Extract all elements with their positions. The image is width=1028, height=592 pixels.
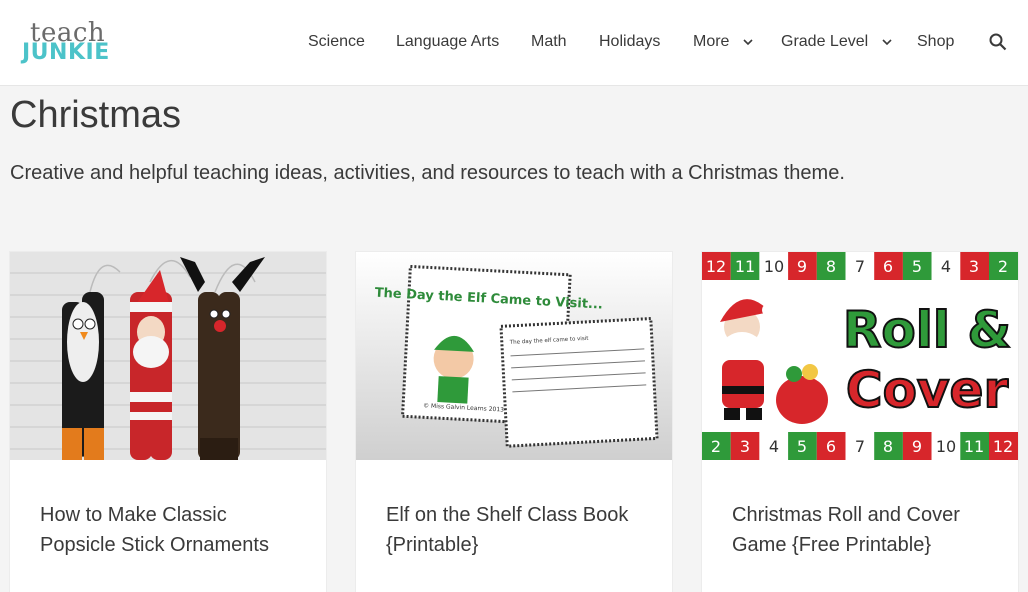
nav-holidays[interactable]: Holidays bbox=[599, 33, 660, 51]
nav-more-label: More bbox=[693, 33, 730, 50]
nav-grade-level-label: Grade Level bbox=[781, 33, 869, 50]
roll-top-number: 11 bbox=[735, 257, 755, 276]
nav-more[interactable]: More bbox=[693, 33, 754, 51]
search-icon[interactable] bbox=[988, 32, 1008, 52]
roll-bottom-number: 2 bbox=[711, 437, 721, 456]
roll-top-number: 9 bbox=[797, 257, 807, 276]
roll-top-number: 12 bbox=[706, 257, 726, 276]
site-logo[interactable]: teach JUNKIE bbox=[22, 18, 122, 68]
page-description: Creative and helpful teaching ideas, act… bbox=[10, 162, 845, 184]
roll-top-number: 4 bbox=[941, 257, 951, 276]
roll-top-number: 6 bbox=[883, 257, 893, 276]
roll-bottom-number: 11 bbox=[964, 437, 984, 456]
post-title[interactable]: How to Make Classic Popsicle Stick Ornam… bbox=[40, 500, 300, 560]
roll-top-number: 2 bbox=[998, 257, 1008, 276]
roll-bottom-number: 5 bbox=[797, 437, 807, 456]
site-header: teach JUNKIE Science Language Arts Math … bbox=[0, 0, 1028, 86]
roll-top-number: 8 bbox=[826, 257, 836, 276]
roll-bottom-number: 10 bbox=[936, 437, 956, 456]
nav-math[interactable]: Math bbox=[531, 33, 567, 51]
logo-junkie-text: JUNKIE bbox=[22, 40, 110, 65]
post-thumbnail-elf-on-shelf[interactable]: The Day the Elf Came to Visit... © Miss … bbox=[356, 252, 672, 460]
page-title: Christmas bbox=[10, 94, 182, 136]
roll-and-cover-image: 12 11 10 9 8 7 6 5 4 3 2 Roll & Cover 2 … bbox=[702, 252, 1018, 460]
roll-top-number: 5 bbox=[912, 257, 922, 276]
post-title[interactable]: Elf on the Shelf Class Book {Printable} bbox=[386, 500, 646, 560]
roll-bottom-number: 6 bbox=[826, 437, 836, 456]
roll-top-number: 3 bbox=[969, 257, 979, 276]
roll-heading-2: Cover bbox=[846, 361, 1009, 419]
post-card-popsicle-ornaments[interactable]: How to Make Classic Popsicle Stick Ornam… bbox=[10, 252, 326, 592]
nav-language-arts[interactable]: Language Arts bbox=[396, 33, 499, 51]
roll-bottom-number: 12 bbox=[993, 437, 1013, 456]
nav-science[interactable]: Science bbox=[308, 33, 365, 51]
post-card-elf-on-shelf[interactable]: The Day the Elf Came to Visit... © Miss … bbox=[356, 252, 672, 592]
roll-heading-1: Roll & bbox=[843, 301, 1011, 359]
chevron-down-icon bbox=[743, 39, 753, 45]
roll-bottom-number: 9 bbox=[912, 437, 922, 456]
roll-bottom-number: 7 bbox=[855, 437, 865, 456]
nav-shop[interactable]: Shop bbox=[917, 33, 954, 51]
nav-grade-level[interactable]: Grade Level bbox=[781, 33, 893, 51]
post-thumbnail-roll-and-cover[interactable]: 12 11 10 9 8 7 6 5 4 3 2 Roll & Cover 2 … bbox=[702, 252, 1018, 460]
post-card-roll-and-cover[interactable]: 12 11 10 9 8 7 6 5 4 3 2 Roll & Cover 2 … bbox=[702, 252, 1018, 592]
roll-bottom-number: 8 bbox=[883, 437, 893, 456]
roll-top-number: 7 bbox=[855, 257, 865, 276]
roll-bottom-number: 3 bbox=[740, 437, 750, 456]
roll-bottom-number: 4 bbox=[769, 437, 779, 456]
post-thumbnail-popsicle-ornaments[interactable] bbox=[10, 252, 326, 460]
popsicle-ornaments-image bbox=[10, 252, 326, 460]
roll-top-number: 10 bbox=[764, 257, 784, 276]
elf-class-book-image: The Day the Elf Came to Visit... © Miss … bbox=[356, 252, 672, 460]
chevron-down-icon bbox=[882, 39, 892, 45]
post-title[interactable]: Christmas Roll and Cover Game {Free Prin… bbox=[732, 500, 992, 560]
